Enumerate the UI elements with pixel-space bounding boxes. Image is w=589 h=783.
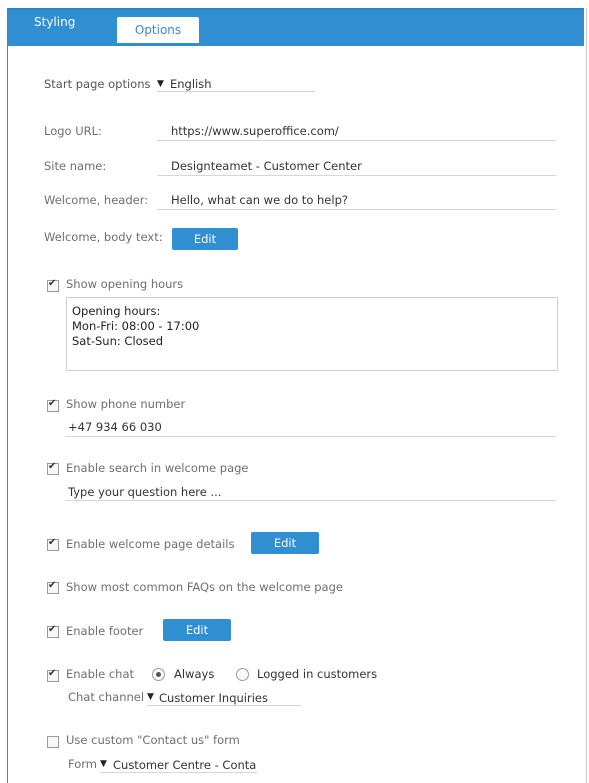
phone-underline — [66, 436, 556, 437]
dropdown-arrow-icon[interactable]: ▼ — [100, 759, 107, 769]
chat-always-radio[interactable] — [152, 668, 165, 681]
logo-url-label: Logo URL: — [44, 124, 102, 138]
opening-hours-line: Opening hours: — [72, 304, 161, 318]
dropdown-arrow-icon[interactable]: ▼ — [147, 692, 154, 702]
chat-channel-select[interactable]: Customer Inquiries — [159, 691, 268, 705]
opening-hours-checkbox[interactable] — [47, 278, 59, 292]
opening-hours-label: Show opening hours — [66, 277, 184, 291]
welcome-body-edit-button[interactable]: Edit — [172, 228, 238, 250]
welcome-header-input[interactable]: Hello, what can we do to help? — [171, 193, 348, 207]
tab-styling[interactable]: Styling — [34, 15, 75, 29]
opening-hours-textarea[interactable]: Opening hours: Mon-Fri: 08:00 - 17:00 Sa… — [66, 297, 558, 371]
site-name-label: Site name: — [44, 159, 107, 173]
site-name-input[interactable]: Designteamet - Customer Center — [171, 159, 362, 173]
phone-label: Show phone number — [66, 397, 186, 411]
form-label: Form — [68, 757, 97, 771]
phone-input[interactable]: +47 934 66 030 — [68, 420, 162, 434]
faqs-checkbox[interactable] — [47, 580, 59, 594]
footer-label: Enable footer — [66, 624, 144, 638]
chat-logged-in-radio[interactable] — [236, 668, 249, 681]
welcome-body-label: Welcome, body text: — [44, 230, 163, 244]
logo-url-input[interactable]: https://www.superoffice.com/ — [171, 124, 339, 138]
search-label: Enable search in welcome page — [66, 461, 249, 475]
chat-label: Enable chat — [66, 667, 134, 681]
contact-form-checkbox[interactable] — [47, 736, 59, 748]
search-question-input[interactable]: Type your question here ... — [68, 485, 221, 499]
dropdown-arrow-icon[interactable]: ▼ — [157, 79, 164, 89]
logo-url-underline — [157, 140, 556, 141]
opening-hours-line: Sat-Sun: Closed — [72, 334, 164, 348]
footer-checkbox[interactable] — [47, 624, 59, 638]
footer-edit-button[interactable]: Edit — [163, 619, 231, 641]
opening-hours-line: Mon-Fri: 08:00 - 17:00 — [72, 319, 200, 333]
contact-form-underline — [100, 772, 258, 773]
contact-form-select[interactable]: Customer Centre - Conta — [113, 758, 256, 772]
chat-always-label: Always — [174, 667, 215, 681]
search-checkbox[interactable] — [47, 461, 59, 475]
site-name-underline — [157, 175, 556, 176]
phone-checkbox[interactable] — [47, 398, 59, 412]
start-page-select[interactable]: English — [170, 77, 212, 91]
faqs-label: Show most common FAQs on the welcome pag… — [66, 580, 343, 594]
welcome-details-edit-button[interactable]: Edit — [251, 532, 319, 554]
start-page-underline — [157, 91, 315, 92]
start-page-label: Start page options — [44, 77, 151, 91]
search-underline — [66, 500, 556, 501]
chat-checkbox[interactable] — [47, 668, 59, 682]
welcome-details-checkbox[interactable] — [47, 537, 59, 551]
welcome-details-label: Enable welcome page details — [66, 537, 235, 551]
tab-bar — [8, 8, 584, 46]
tab-options[interactable]: Options — [117, 17, 199, 43]
welcome-header-underline — [157, 209, 556, 210]
chat-channel-underline — [147, 705, 301, 706]
chat-logged-in-label: Logged in customers — [257, 667, 378, 681]
welcome-header-label: Welcome, header: — [44, 193, 149, 207]
contact-form-label: Use custom "Contact us" form — [66, 733, 240, 747]
chat-channel-label: Chat channel — [68, 690, 145, 704]
